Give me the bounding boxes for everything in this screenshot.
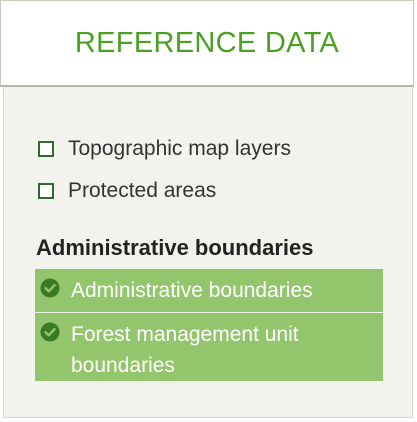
check-circle-icon — [40, 322, 60, 342]
topographic-checkbox[interactable] — [38, 141, 54, 157]
layer-row-protected-areas[interactable]: Protected areas — [38, 177, 216, 205]
protected-areas-checkbox[interactable] — [38, 183, 54, 199]
reference-data-widget: REFERENCE DATA Topographic map layers Pr… — [0, 0, 417, 422]
check-circle-icon — [40, 278, 60, 298]
reference-data-tab[interactable]: REFERENCE DATA — [0, 0, 414, 87]
boundary-item-forest-management[interactable]: Forest management unit boundaries — [35, 313, 383, 381]
layer-label: Protected areas — [68, 179, 217, 202]
boundary-item-administrative[interactable]: Administrative boundaries — [35, 269, 383, 312]
layer-row-topographic[interactable]: Topographic map layers — [38, 135, 291, 163]
boundary-item-label: Forest management unit boundaries — [71, 323, 299, 377]
layer-label: Topographic map layers — [68, 137, 291, 160]
boundary-item-label: Administrative boundaries — [71, 279, 313, 302]
tab-title: REFERENCE DATA — [74, 26, 340, 59]
section-heading: Administrative boundaries — [36, 235, 314, 260]
